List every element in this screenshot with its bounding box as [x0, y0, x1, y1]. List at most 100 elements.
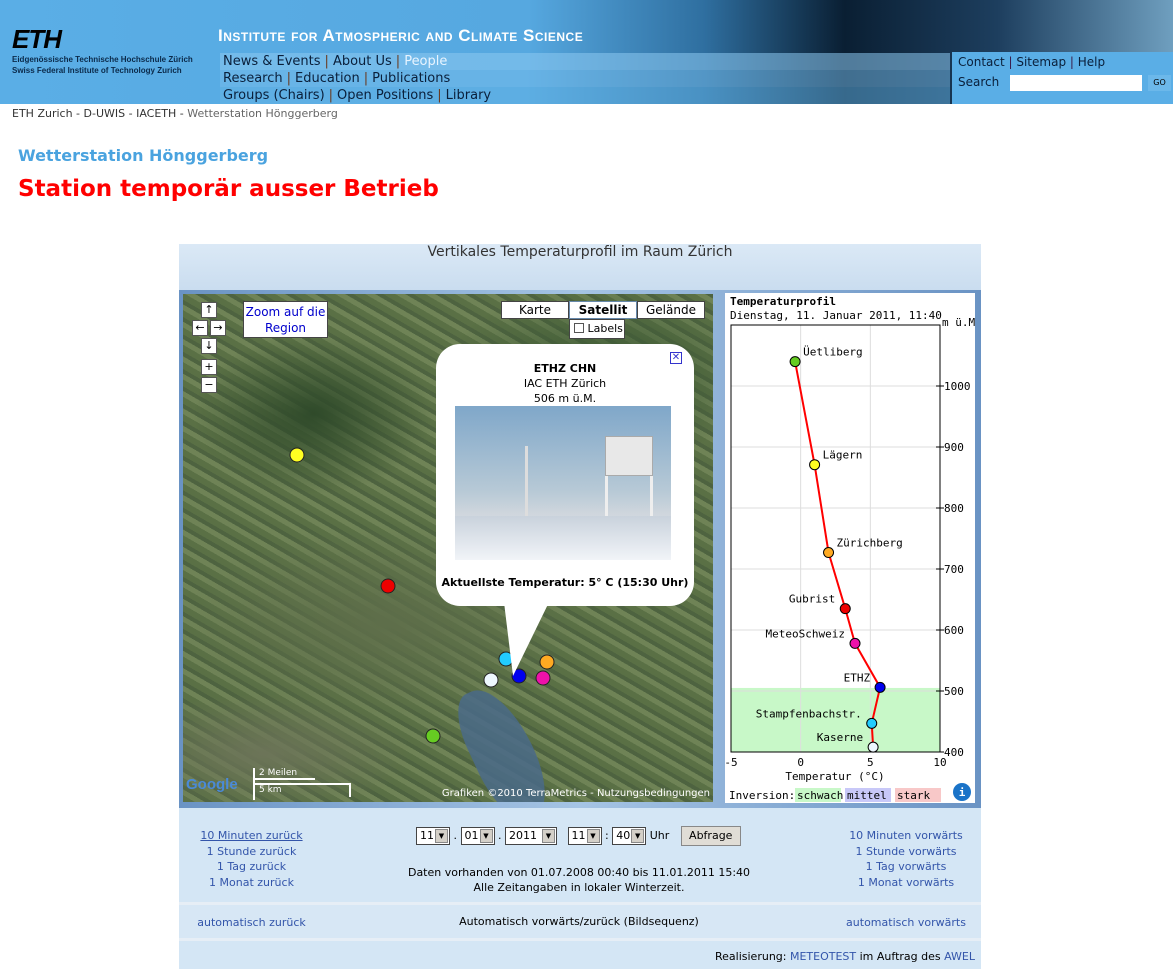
- year-select[interactable]: 2011 ▼: [505, 827, 557, 845]
- chevron-down-icon: ▼: [479, 829, 493, 843]
- timezone-note: Alle Zeitangaben in lokaler Winterzeit.: [473, 881, 685, 894]
- nav-link-people[interactable]: People: [404, 54, 447, 69]
- chevron-down-icon: ▼: [631, 829, 645, 843]
- nav-link-groups-chairs-[interactable]: Groups (Chairs): [223, 88, 325, 103]
- y-tick-label: 400: [944, 746, 964, 759]
- legend-label: Inversion:: [729, 789, 795, 802]
- date-time-form: 11 ▼ . 01 ▼ . 2011 ▼ 11 ▼ : 40 ▼ Uhr Abfrage: [416, 826, 741, 846]
- nav-link-publications[interactable]: Publications: [372, 71, 450, 86]
- data-point: [839, 603, 851, 615]
- pan-up-icon[interactable]: ↑: [201, 302, 217, 318]
- main-nav-row: Groups (Chairs) | Open Positions | Library: [223, 88, 492, 103]
- popup-station-org: IAC ETH Zürich: [523, 377, 607, 390]
- nav-link-library[interactable]: Library: [446, 88, 491, 103]
- data-point: [867, 741, 879, 753]
- auto-forward-link[interactable]: automatisch vorwärts: [831, 915, 981, 931]
- legend-item: schwach: [797, 789, 843, 802]
- point-label: Stampfenbachstr.: [756, 707, 862, 720]
- forward-10min-link[interactable]: 10 Minuten vorwärts: [831, 828, 981, 844]
- breadcrumb: ETH Zurich - D-UWIS - IACETH - Wettersta…: [12, 107, 338, 120]
- station-marker-gubrist[interactable]: [380, 578, 396, 594]
- footer-credit: Realisierung: METEOTEST im Auftrag des A…: [715, 950, 975, 963]
- y-tick-label: 800: [944, 502, 964, 515]
- meteotest-link[interactable]: METEOTEST: [790, 950, 856, 963]
- forward-1h-link[interactable]: 1 Stunde vorwärts: [831, 844, 981, 860]
- contact-link[interactable]: Contact: [958, 55, 1005, 69]
- legend-item: mittel: [847, 789, 887, 802]
- labels-checkbox[interactable]: Labels: [569, 319, 625, 339]
- x-tick-label: 0: [797, 756, 804, 769]
- lake-zurich: [446, 677, 560, 802]
- breadcrumb-eth[interactable]: ETH Zurich: [12, 107, 73, 120]
- point-label: ETHZ: [844, 671, 871, 684]
- day-select[interactable]: 11 ▼: [416, 827, 450, 845]
- point-label: Kaserne: [817, 731, 863, 744]
- back-1h-link[interactable]: 1 Stunde zurück: [179, 844, 324, 860]
- nav-link-news-events[interactable]: News & Events: [223, 54, 321, 69]
- chevron-down-icon: ▼: [542, 829, 555, 843]
- nav-link-open-positions[interactable]: Open Positions: [337, 88, 433, 103]
- breadcrumb-duwis[interactable]: D-UWIS: [84, 107, 126, 120]
- info-icon-glyph: i: [959, 786, 966, 799]
- map-type-satellit[interactable]: Satellit: [569, 301, 637, 319]
- map-copyright[interactable]: Grafiken ©2010 TerraMetrics - Nutzungsbe…: [442, 788, 710, 799]
- y-tick-label: 900: [944, 441, 964, 454]
- data-range-text: Daten vorhanden von 01.07.2008 00:40 bis…: [407, 866, 751, 879]
- x-axis-label: Temperatur (°C): [785, 770, 884, 783]
- zoom-out-icon[interactable]: −: [201, 377, 217, 393]
- pan-left-icon[interactable]: ←: [192, 320, 208, 336]
- back-1day-link[interactable]: 1 Tag zurück: [179, 859, 324, 875]
- data-point: [789, 356, 801, 368]
- utility-nav: Contact | Sitemap | Help Search GO: [952, 52, 1173, 104]
- station-marker-uetliberg[interactable]: [425, 728, 441, 744]
- x-tick-label: 10: [933, 756, 946, 769]
- point-label: Gubrist: [789, 593, 835, 606]
- satellite-map[interactable]: ↑ ← → ↓ + − Zoom auf die Region Karte Sa…: [183, 294, 713, 802]
- y-tick-label: 1000: [944, 380, 971, 393]
- google-logo: Google: [186, 776, 238, 793]
- auto-back-link[interactable]: automatisch zurück: [179, 915, 324, 931]
- nav-link-about-us[interactable]: About Us: [333, 54, 392, 69]
- forward-1month-link[interactable]: 1 Monat vorwärts: [831, 875, 981, 891]
- pan-right-icon[interactable]: →: [210, 320, 226, 336]
- map-type-karte[interactable]: Karte: [501, 301, 569, 319]
- page-title: Wetterstation Hönggerberg: [18, 146, 269, 165]
- breadcrumb-iaceth[interactable]: IACETH: [136, 107, 176, 120]
- x-tick-label: 5: [867, 756, 874, 769]
- zoom-region-button[interactable]: Zoom auf die Region: [243, 301, 328, 338]
- temperature-profile-chart: Temperaturprofil Dienstag, 11. Januar 201…: [724, 293, 975, 803]
- nav-link-research[interactable]: Research: [223, 71, 283, 86]
- back-10min-link[interactable]: 10 Minuten zurück: [179, 828, 324, 844]
- uhr-label: Uhr: [649, 829, 670, 842]
- y-tick-label: 600: [944, 624, 964, 637]
- map-type-gelande[interactable]: Gelände: [637, 301, 705, 319]
- station-marker-lagern[interactable]: [289, 447, 305, 463]
- go-button[interactable]: GO: [1148, 75, 1171, 91]
- close-icon[interactable]: ✕: [670, 352, 682, 364]
- pan-down-icon[interactable]: ↓: [201, 338, 217, 354]
- search-input[interactable]: [1010, 75, 1142, 91]
- back-links: 10 Minuten zurück 1 Stunde zurück 1 Tag …: [179, 828, 324, 890]
- awel-link[interactable]: AWEL: [944, 950, 975, 963]
- point-label: Lägern: [823, 449, 863, 462]
- hour-select[interactable]: 11 ▼: [567, 827, 602, 845]
- point-label: Zürichberg: [837, 537, 903, 550]
- query-button[interactable]: Abfrage: [680, 826, 741, 846]
- forward-1day-link[interactable]: 1 Tag vorwärts: [831, 859, 981, 875]
- help-link[interactable]: Help: [1078, 55, 1105, 69]
- sitemap-link[interactable]: Sitemap: [1016, 55, 1066, 69]
- point-label: Üetliberg: [803, 346, 863, 359]
- back-1month-link[interactable]: 1 Monat zurück: [179, 875, 324, 891]
- chart-title: Temperaturprofil: [730, 295, 836, 308]
- month-select[interactable]: 01 ▼: [460, 827, 495, 845]
- minute-select[interactable]: 40 ▼: [612, 827, 647, 845]
- zoom-in-icon[interactable]: +: [201, 359, 217, 375]
- eth-logo-subtitle: Eidgenössische Technische Hochschule Zür…: [12, 55, 193, 75]
- station-popup: ✕ ETHZ CHN IAC ETH Zürich 506 m ü.M. Akt…: [436, 344, 694, 606]
- nav-link-education[interactable]: Education: [295, 71, 360, 86]
- map-scale: 2 Meilen 5 km: [253, 768, 351, 800]
- legend-item: stark: [897, 789, 930, 802]
- eth-logo[interactable]: ETH: [12, 24, 62, 55]
- data-point: [809, 459, 821, 471]
- main-nav-row: Research | Education | Publications: [223, 71, 451, 86]
